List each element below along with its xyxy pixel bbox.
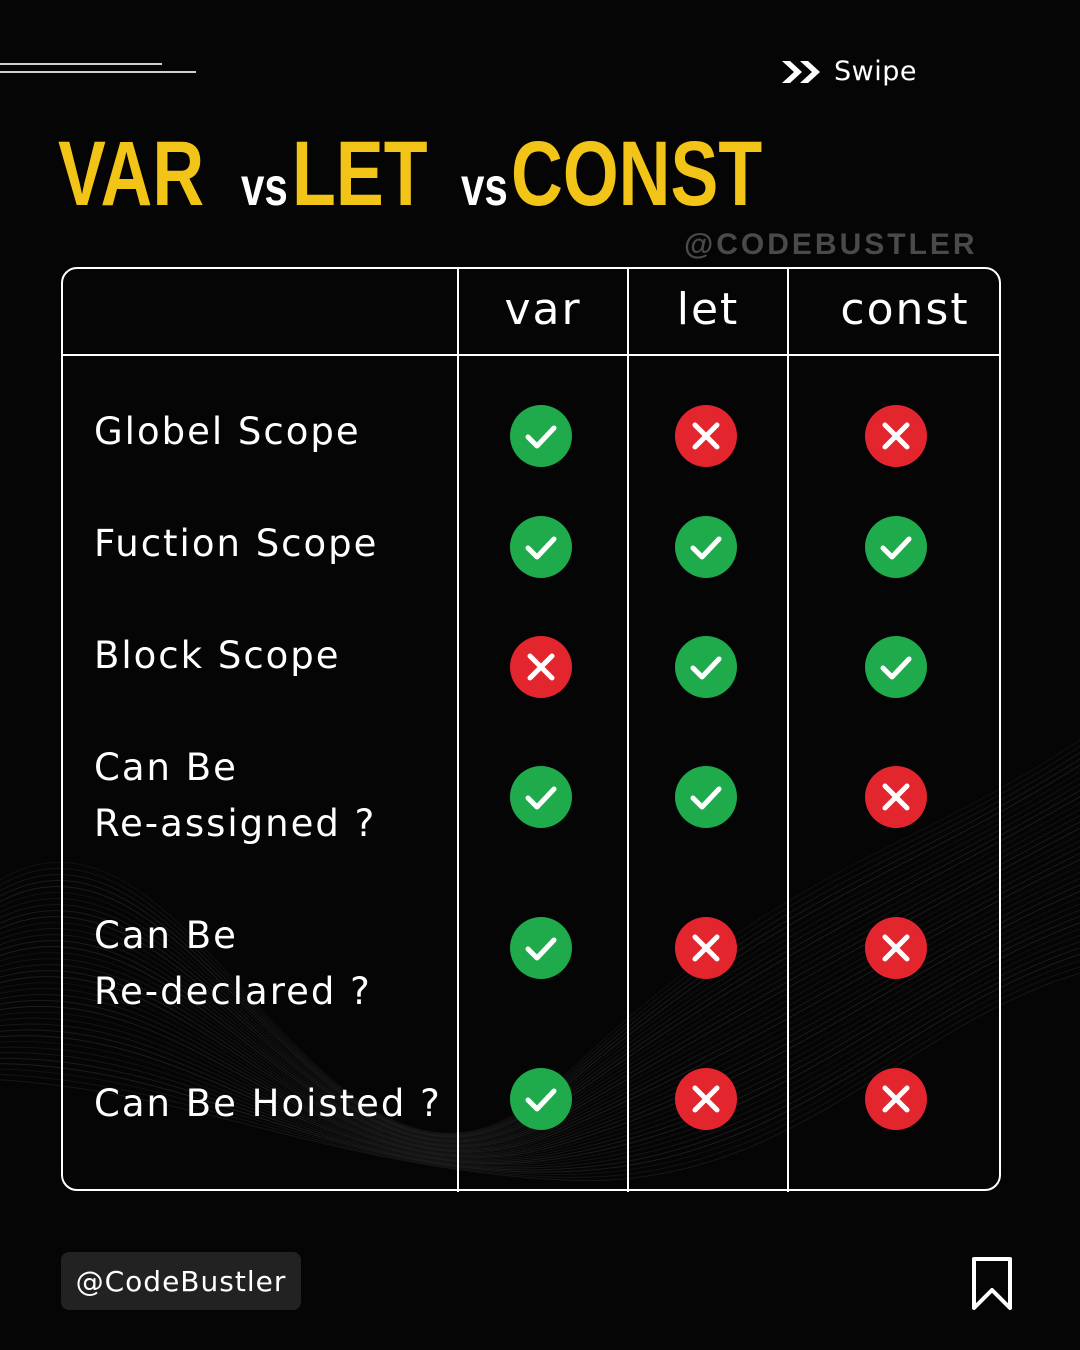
cross-icon xyxy=(865,1068,927,1130)
check-icon xyxy=(510,516,572,578)
table-divider xyxy=(627,267,629,1192)
row-label-line: Globel Scope xyxy=(94,410,361,453)
handle-text: @CodeBustler xyxy=(75,1264,287,1298)
check-icon xyxy=(865,516,927,578)
row-label: Globel Scope xyxy=(94,404,361,460)
check-icon xyxy=(675,516,737,578)
check-icon xyxy=(510,917,572,979)
row-label-line: Can Be xyxy=(94,746,238,789)
swipe-hint[interactable]: Swipe xyxy=(780,56,917,87)
row-label: Fuction Scope xyxy=(94,516,378,572)
check-icon xyxy=(510,405,572,467)
title-vs: vs xyxy=(241,157,289,217)
row-label-line: Re-assigned ? xyxy=(94,802,377,845)
title-let: LET xyxy=(291,123,428,225)
check-icon xyxy=(675,766,737,828)
cross-icon xyxy=(865,917,927,979)
row-label-line: Can Be xyxy=(94,914,238,957)
decorative-line xyxy=(0,63,162,65)
row-label: Can Be Re-declared ? xyxy=(94,908,372,1020)
page-title: VAR vsLET vsCONST xyxy=(58,128,833,220)
cross-icon xyxy=(675,917,737,979)
column-header-let: let xyxy=(676,284,740,335)
double-chevron-right-icon xyxy=(782,60,820,83)
swipe-label: Swipe xyxy=(834,56,917,87)
column-header-var: var xyxy=(504,284,582,335)
cross-icon xyxy=(510,636,572,698)
cross-icon xyxy=(865,405,927,467)
column-header-const: const xyxy=(840,284,970,335)
row-label-line: Can Be Hoisted ? xyxy=(94,1082,442,1125)
check-icon xyxy=(510,766,572,828)
title-const: CONST xyxy=(511,123,763,225)
row-label: Can Be Hoisted ? xyxy=(94,1076,442,1132)
check-icon xyxy=(675,636,737,698)
cross-icon xyxy=(675,1068,737,1130)
row-label: Can Be Re-assigned ? xyxy=(94,740,376,852)
cross-icon xyxy=(865,766,927,828)
title-vs: vs xyxy=(461,157,509,217)
row-label: Block Scope xyxy=(94,628,341,684)
check-icon xyxy=(865,636,927,698)
check-icon xyxy=(510,1068,572,1130)
row-label-line: Fuction Scope xyxy=(94,522,379,565)
table-divider xyxy=(457,267,459,1192)
title-var: VAR xyxy=(58,123,205,225)
row-label-line: Re-declared ? xyxy=(94,970,372,1013)
handle-badge[interactable]: @CodeBustler xyxy=(61,1252,301,1310)
table-divider xyxy=(787,267,789,1192)
watermark: @CODEBUSTLER xyxy=(684,228,978,261)
decorative-line xyxy=(0,71,196,73)
row-label-line: Block Scope xyxy=(94,634,341,677)
bookmark-icon[interactable] xyxy=(970,1256,1014,1312)
cross-icon xyxy=(675,405,737,467)
table-header-divider xyxy=(63,354,1000,356)
